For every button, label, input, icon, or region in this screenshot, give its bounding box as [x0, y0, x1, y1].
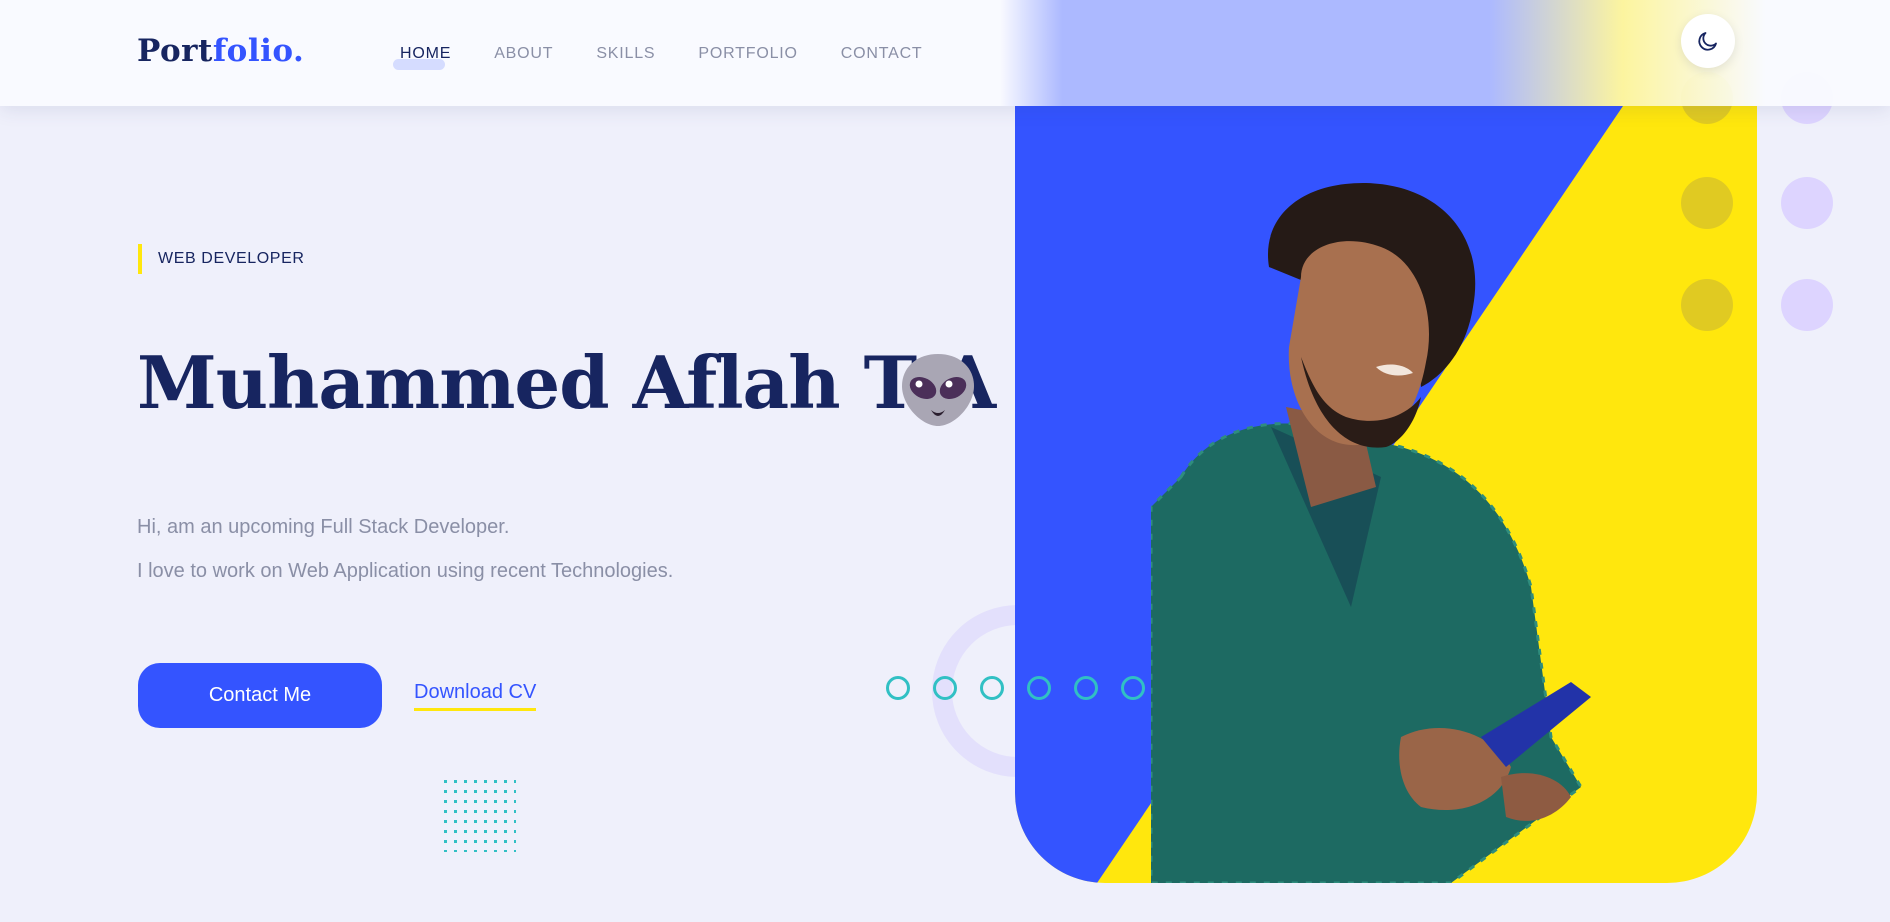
intro-line-2: I love to work on Web Application using … — [137, 560, 674, 582]
alien-icon — [902, 354, 974, 426]
header-glow-decoration — [1000, 0, 1890, 106]
ring-decoration — [933, 676, 957, 700]
ring-decoration — [886, 676, 910, 700]
theme-toggle-button[interactable] — [1681, 14, 1735, 68]
ring-decoration — [1074, 676, 1098, 700]
yellow-dot-decoration — [1681, 177, 1733, 229]
contact-me-button[interactable]: Contact Me — [138, 663, 382, 728]
dot-grid-decoration — [444, 780, 516, 852]
intro-line-1: Hi, am an upcoming Full Stack Developer. — [137, 516, 510, 538]
violet-dot-decoration — [1781, 177, 1833, 229]
download-cv-link[interactable]: Download CV — [414, 681, 537, 711]
main-nav: HOME ABOUT SKILLS PORTFOLIO CONTACT — [392, 45, 966, 70]
nav-contact[interactable]: CONTACT — [841, 45, 923, 63]
nav-about[interactable]: ABOUT — [494, 45, 553, 63]
nav-portfolio[interactable]: PORTFOLIO — [698, 45, 797, 63]
moon-icon — [1698, 32, 1717, 51]
yellow-dot-decoration — [1681, 279, 1733, 331]
role-tag: WEB DEVELOPER — [138, 244, 305, 274]
site-logo[interactable]: Portfolio. — [137, 33, 304, 69]
ring-row-decoration — [886, 676, 1168, 700]
nav-home[interactable]: HOME — [392, 45, 451, 70]
logo-part-port: Port — [137, 33, 213, 69]
logo-part-folio: folio — [212, 33, 294, 69]
ring-decoration — [1027, 676, 1051, 700]
hero-intro: Hi, am an upcoming Full Stack Developer.… — [137, 505, 673, 593]
ring-decoration — [980, 676, 1004, 700]
person-photo — [1151, 182, 1591, 883]
logo-dot: . — [293, 33, 305, 69]
violet-dot-decoration — [1781, 279, 1833, 331]
nav-skills[interactable]: SKILLS — [596, 45, 655, 63]
ring-decoration — [1121, 676, 1145, 700]
hero-name: Muhammed Aflah T A — [137, 340, 996, 425]
